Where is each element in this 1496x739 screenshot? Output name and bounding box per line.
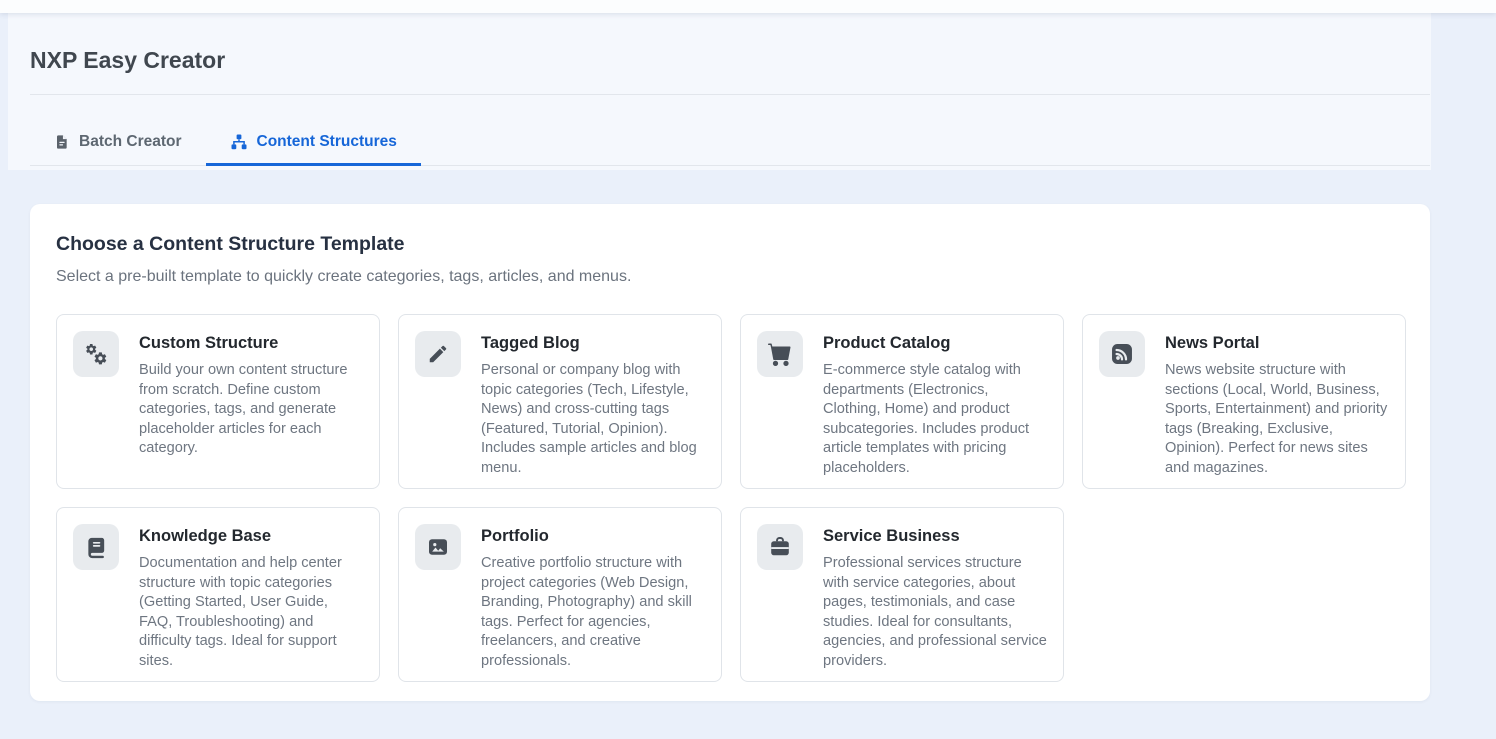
template-title: Custom Structure [139,333,363,353]
template-title: Portfolio [481,526,705,546]
file-text-icon [54,133,70,151]
template-title: Tagged Blog [481,333,705,353]
template-card-service-business[interactable]: Service Business Professional services s… [740,507,1064,682]
sitemap-icon [230,133,248,151]
title-divider [30,94,1430,95]
template-card-product-catalog[interactable]: Product Catalog E-commerce style catalog… [740,314,1064,489]
tab-content-structures[interactable]: Content Structures [206,119,421,166]
template-title: News Portal [1165,333,1389,353]
tab-label: Content Structures [257,133,397,151]
template-grid: Custom Structure Build your own content … [56,314,1406,682]
template-description: Documentation and help center structure … [139,554,363,672]
rss-icon [1099,331,1145,377]
book-icon [73,524,119,570]
tab-bar: Batch Creator Content Structures [30,119,1430,166]
panel-heading: Choose a Content Structure Template [56,232,1406,256]
template-card-tagged-blog[interactable]: Tagged Blog Personal or company blog wit… [398,314,722,489]
tab-label: Batch Creator [79,133,182,151]
template-title: Service Business [823,526,1047,546]
template-title: Knowledge Base [139,526,363,546]
template-card-custom-structure[interactable]: Custom Structure Build your own content … [56,314,380,489]
image-icon [415,524,461,570]
template-description: Build your own content structure from sc… [139,361,363,459]
page-title: NXP Easy Creator [30,13,1430,74]
panel-subheading: Select a pre-built template to quickly c… [56,266,1406,287]
template-card-knowledge-base[interactable]: Knowledge Base Documentation and help ce… [56,507,380,682]
template-description: Professional services structure with ser… [823,554,1047,672]
pencil-icon [415,331,461,377]
template-description: Creative portfolio structure with projec… [481,554,705,672]
template-description: News website structure with sections (Lo… [1165,361,1389,479]
briefcase-icon [757,524,803,570]
shopping-cart-icon [757,331,803,377]
template-description: E-commerce style catalog with department… [823,361,1047,479]
gears-icon [73,331,119,377]
template-title: Product Catalog [823,333,1047,353]
template-description: Personal or company blog with topic cate… [481,361,705,479]
top-bar [0,0,1496,13]
template-card-portfolio[interactable]: Portfolio Creative portfolio structure w… [398,507,722,682]
template-card-news-portal[interactable]: News Portal News website structure with … [1082,314,1406,489]
content-structures-panel: Choose a Content Structure Template Sele… [30,204,1430,701]
tab-batch-creator[interactable]: Batch Creator [30,119,206,166]
